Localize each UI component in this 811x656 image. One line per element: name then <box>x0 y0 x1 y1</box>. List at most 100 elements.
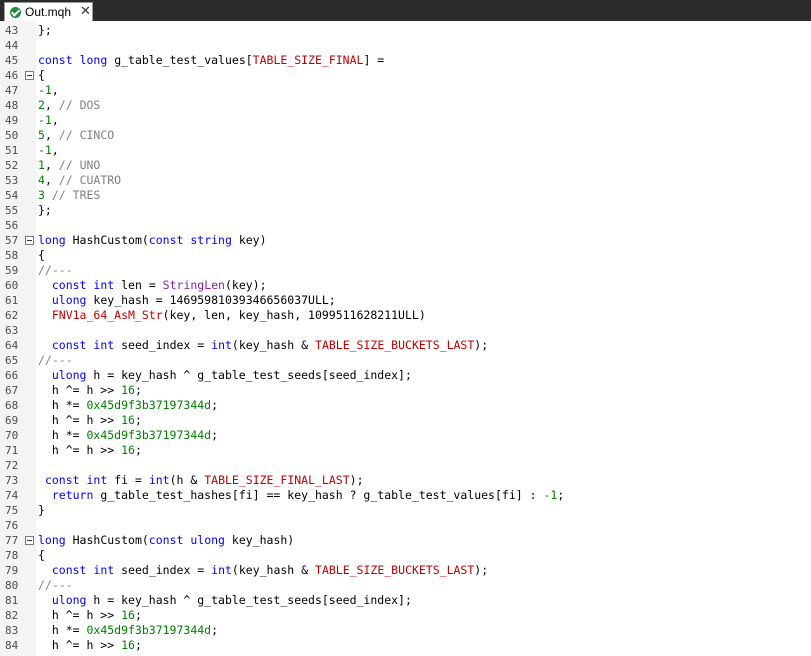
code-line[interactable]: 60 const int len = StringLen(key); <box>0 278 811 293</box>
code-line[interactable]: 71 h ^= h >> 16; <box>0 443 811 458</box>
code-line[interactable]: 75} <box>0 503 811 518</box>
code-line[interactable]: 83 h *= 0x45d9f3b37197344d; <box>0 623 811 638</box>
code-line[interactable]: 78 { <box>0 548 811 563</box>
code-token: ] = <box>363 53 385 67</box>
code-token: TABLE_SIZE_FINAL <box>252 53 364 67</box>
line-number: 59 <box>5 264 19 277</box>
fold-collapse-icon[interactable] <box>25 71 34 80</box>
line-number: 56 <box>5 219 19 232</box>
code-line[interactable]: 68 h *= 0x45d9f3b37197344d; <box>0 398 811 413</box>
fold-collapse-icon[interactable] <box>25 536 34 545</box>
code-token: h ^= h >> <box>38 638 122 652</box>
code-line[interactable]: 79 const int seed_index = int(key_hash &… <box>0 563 811 578</box>
code-token: ); <box>349 473 364 487</box>
code-token: // CUATRO <box>58 173 122 187</box>
code-line[interactable]: 52 1, // UNO <box>0 158 811 173</box>
code-token: ; <box>211 428 219 442</box>
code-line[interactable]: 53 4, // CUATRO <box>0 173 811 188</box>
line-number: 69 <box>5 414 19 427</box>
code-token: h *= <box>38 428 87 442</box>
code-line[interactable]: 64 const int seed_index = int(key_hash &… <box>0 338 811 353</box>
code-line[interactable]: 82 h ^= h >> 16; <box>0 608 811 623</box>
code-line[interactable]: 43}; <box>0 23 811 38</box>
code-line[interactable]: 80 //--- <box>0 578 811 593</box>
code-token: const <box>148 533 184 547</box>
code-token: int <box>211 563 232 577</box>
code-text: -1, <box>38 143 59 158</box>
code-line[interactable]: 54 3 // TRES <box>0 188 811 203</box>
code-token: long <box>79 53 108 67</box>
code-text: long HashCustom(const ulong key_hash) <box>38 533 294 548</box>
code-editor[interactable]: 43}; 44 45 const long g_table_test_values[T… <box>0 21 811 656</box>
code-line[interactable]: 46{ <box>0 68 811 83</box>
code-text: //--- <box>38 353 73 368</box>
line-number: 49 <box>5 114 19 127</box>
code-line[interactable]: 44 <box>0 38 811 53</box>
code-line[interactable]: 74 return g_table_test_hashes[fi] == key… <box>0 488 811 503</box>
code-text: 5, // CINCO <box>38 128 114 143</box>
code-line[interactable]: 65 //--- <box>0 353 811 368</box>
code-line[interactable]: 51 -1, <box>0 143 811 158</box>
code-token: h = key_hash ^ g_table_test_seeds[seed_i… <box>86 368 412 382</box>
code-line[interactable]: 76 <box>0 518 811 533</box>
code-line[interactable]: 84 h ^= h >> 16; <box>0 638 811 653</box>
code-line[interactable]: 56 <box>0 218 811 233</box>
code-token: const <box>51 563 87 577</box>
code-line[interactable]: 70 h *= 0x45d9f3b37197344d; <box>0 428 811 443</box>
code-token: long <box>38 233 66 247</box>
line-number: 65 <box>5 354 19 367</box>
line-number: 45 <box>5 54 19 67</box>
line-number: 51 <box>5 144 19 157</box>
code-line[interactable]: 72 <box>0 458 811 473</box>
code-token: len = <box>114 278 163 292</box>
code-line[interactable]: 81 ulong h = key_hash ^ g_table_test_see… <box>0 593 811 608</box>
close-icon[interactable]: ✕ <box>80 4 91 19</box>
line-number: 71 <box>5 444 19 457</box>
code-line[interactable]: 77 long HashCustom(const ulong key_hash) <box>0 533 811 548</box>
code-token: ulong <box>51 293 87 307</box>
code-text: h ^= h >> 16; <box>38 608 142 623</box>
code-line[interactable]: 57 long HashCustom(const string key) <box>0 233 811 248</box>
fold-collapse-icon[interactable] <box>25 236 34 245</box>
code-line[interactable]: 45 const long g_table_test_values[TABLE_S… <box>0 53 811 68</box>
code-line[interactable]: 59 //--- <box>0 263 811 278</box>
code-line[interactable]: 69 h ^= h >> 16; <box>0 413 811 428</box>
code-line[interactable]: 47 -1, <box>0 83 811 98</box>
code-line[interactable]: 55}; <box>0 203 811 218</box>
code-token: 16 <box>121 443 135 457</box>
code-text: { <box>38 248 45 263</box>
code-line[interactable]: 67 h ^= h >> 16; <box>0 383 811 398</box>
code-line[interactable]: 62 FNV1a_64_AsM_Str(key, len, key_hash, … <box>0 308 811 323</box>
code-token: const <box>51 338 87 352</box>
code-text: -1, <box>38 83 59 98</box>
code-line[interactable]: 66 ulong h = key_hash ^ g_table_test_see… <box>0 368 811 383</box>
code-line[interactable]: 73 const int fi = int(h & TABLE_SIZE_FIN… <box>0 473 811 488</box>
line-number: 70 <box>5 429 19 442</box>
code-line[interactable]: 61 ulong key_hash = 14695981039346656037… <box>0 293 811 308</box>
code-token: key_hash) <box>224 533 295 547</box>
code-token: int <box>93 278 115 292</box>
code-line[interactable]: 48 2, // DOS <box>0 98 811 113</box>
code-token: 1 <box>38 158 45 172</box>
code-text: const int seed_index = int(key_hash & TA… <box>38 338 488 353</box>
line-number: 75 <box>5 504 19 517</box>
code-token: int <box>86 473 108 487</box>
line-number: 79 <box>5 564 19 577</box>
code-token: const <box>51 278 87 292</box>
tab-out-mqh[interactable]: Out.mqh ✕ <box>4 2 93 21</box>
line-number: 68 <box>5 399 19 412</box>
code-line[interactable]: 50 5, // CINCO <box>0 128 811 143</box>
code-token: 0x45d9f3b37197344d <box>86 398 212 412</box>
code-line[interactable]: 49 -1, <box>0 113 811 128</box>
code-line[interactable]: 63 <box>0 323 811 338</box>
code-text: ulong h = key_hash ^ g_table_test_seeds[… <box>38 368 412 383</box>
code-token: ; <box>211 623 219 637</box>
code-line[interactable]: 58 { <box>0 248 811 263</box>
